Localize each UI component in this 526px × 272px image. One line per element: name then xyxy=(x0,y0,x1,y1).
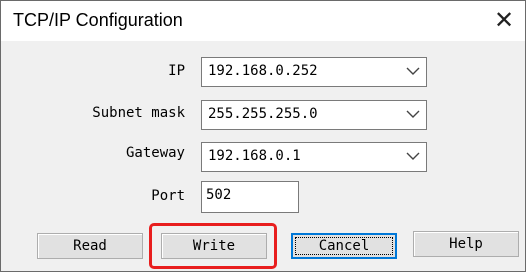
cancel-button[interactable]: Cancel xyxy=(291,233,397,259)
gateway-combobox[interactable]: 192.168.0.1 xyxy=(201,142,427,172)
chevron-down-icon xyxy=(406,110,420,118)
close-icon[interactable]: ✕ xyxy=(491,7,517,33)
port-label: Port xyxy=(151,188,185,204)
subnet-combobox[interactable]: 255.255.255.0 xyxy=(201,100,427,130)
chevron-down-icon xyxy=(406,152,420,160)
tcpip-dialog: TCP/IP Configuration ✕ IP 192.168.0.252 … xyxy=(0,0,526,272)
focus-rect xyxy=(295,237,393,255)
ip-label: IP xyxy=(168,63,185,79)
write-highlight-box xyxy=(149,223,277,269)
subnet-label: Subnet mask xyxy=(92,105,185,121)
ip-value: 192.168.0.252 xyxy=(208,63,318,79)
port-input[interactable]: 502 xyxy=(201,181,299,213)
help-button[interactable]: Help xyxy=(413,231,519,257)
ip-combobox[interactable]: 192.168.0.252 xyxy=(201,57,427,87)
chevron-down-icon xyxy=(406,67,420,75)
port-value: 502 xyxy=(206,187,232,203)
subnet-value: 255.255.255.0 xyxy=(208,106,318,122)
gateway-value: 192.168.0.1 xyxy=(208,148,301,164)
gateway-label: Gateway xyxy=(125,145,185,161)
title-bar: TCP/IP Configuration ✕ xyxy=(1,1,525,41)
dialog-title: TCP/IP Configuration xyxy=(13,10,183,30)
read-button[interactable]: Read xyxy=(37,233,143,259)
